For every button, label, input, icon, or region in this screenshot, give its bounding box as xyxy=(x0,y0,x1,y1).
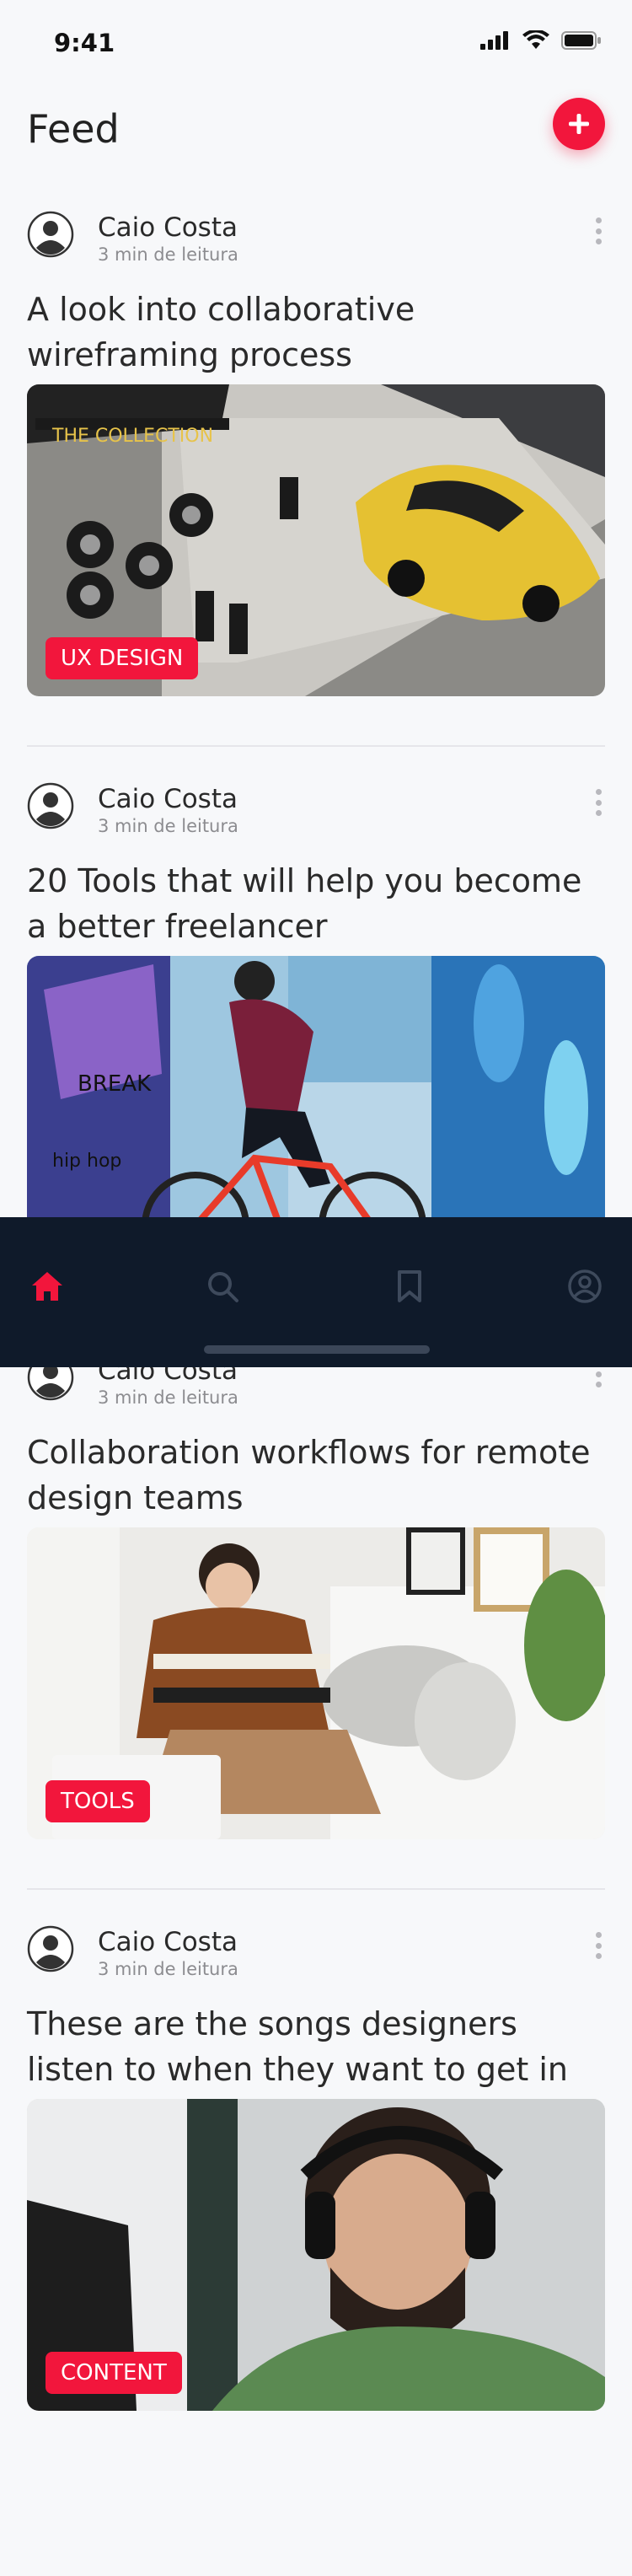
post-author: Caio Costa 3 min de leitura xyxy=(27,779,608,838)
wifi-icon xyxy=(522,30,549,49)
svg-text:hip hop: hip hop xyxy=(52,1151,121,1172)
author-name[interactable]: Caio Costa xyxy=(98,784,238,814)
post-title[interactable]: Collaboration workflows for remote desig… xyxy=(27,1430,608,1521)
bookmark-icon xyxy=(398,1270,421,1302)
avatar-icon[interactable] xyxy=(27,1925,74,1972)
post-image[interactable]: THE COLLECTION UX DESIGN xyxy=(27,384,605,696)
status-bar: 9:41 xyxy=(0,0,632,76)
author-name[interactable]: Caio Costa xyxy=(98,212,238,243)
read-time: 3 min de leitura xyxy=(98,816,238,836)
author-name[interactable]: Caio Costa xyxy=(98,1927,238,1957)
more-options-button[interactable] xyxy=(588,784,608,821)
category-tag[interactable]: TOOLS xyxy=(46,1780,150,1822)
category-tag[interactable]: CONTENT xyxy=(46,2352,182,2394)
more-options-button[interactable] xyxy=(588,212,608,250)
nav-bookmarks[interactable] xyxy=(383,1259,437,1313)
post-image[interactable]: CONTENT xyxy=(27,2099,605,2411)
post-card[interactable]: Caio Costa 3 min de leitura These are th… xyxy=(0,1922,632,2428)
status-time: 9:41 xyxy=(54,29,115,57)
divider xyxy=(27,1888,605,1890)
post-title[interactable]: 20 Tools that will help you become a bet… xyxy=(27,858,608,949)
svg-text:BREAK: BREAK xyxy=(78,1071,152,1097)
profile-icon xyxy=(568,1269,602,1303)
post-image[interactable]: TOOLS xyxy=(27,1527,605,1839)
status-icons xyxy=(480,30,602,51)
post-card[interactable]: Caio Costa 3 min de leitura Collaboratio… xyxy=(0,1350,632,1856)
post-author: Caio Costa 3 min de leitura xyxy=(27,1922,608,1981)
plus-icon xyxy=(569,114,589,134)
nav-home[interactable] xyxy=(20,1259,74,1313)
divider xyxy=(27,745,605,747)
avatar-icon[interactable] xyxy=(27,211,74,258)
battery-icon xyxy=(561,31,601,50)
category-tag[interactable]: UX DESIGN xyxy=(46,637,199,679)
signal-icon xyxy=(480,31,508,50)
post-card[interactable]: Caio Costa 3 min de leitura A look into … xyxy=(0,207,632,713)
header: Feed xyxy=(0,93,632,160)
avatar-icon[interactable] xyxy=(27,782,74,829)
home-indicator xyxy=(204,1345,430,1354)
post-card[interactable]: Caio Costa 3 min de leitura 20 Tools tha… xyxy=(0,779,632,1285)
more-options-button[interactable] xyxy=(588,1927,608,1964)
read-time: 3 min de leitura xyxy=(98,244,238,265)
post-author: Caio Costa 3 min de leitura xyxy=(27,207,608,266)
read-time: 3 min de leitura xyxy=(98,1959,238,1979)
post-title[interactable]: A look into collaborative wireframing pr… xyxy=(27,287,608,378)
svg-text:THE COLLECTION: THE COLLECTION xyxy=(51,426,213,447)
nav-search[interactable] xyxy=(195,1259,249,1313)
bottom-navigation xyxy=(0,1217,632,1367)
search-icon xyxy=(208,1272,238,1302)
nav-profile[interactable] xyxy=(558,1259,612,1313)
home-icon xyxy=(32,1272,62,1301)
page-title: Feed xyxy=(27,106,120,152)
add-post-button[interactable] xyxy=(553,98,605,150)
read-time: 3 min de leitura xyxy=(98,1387,238,1408)
